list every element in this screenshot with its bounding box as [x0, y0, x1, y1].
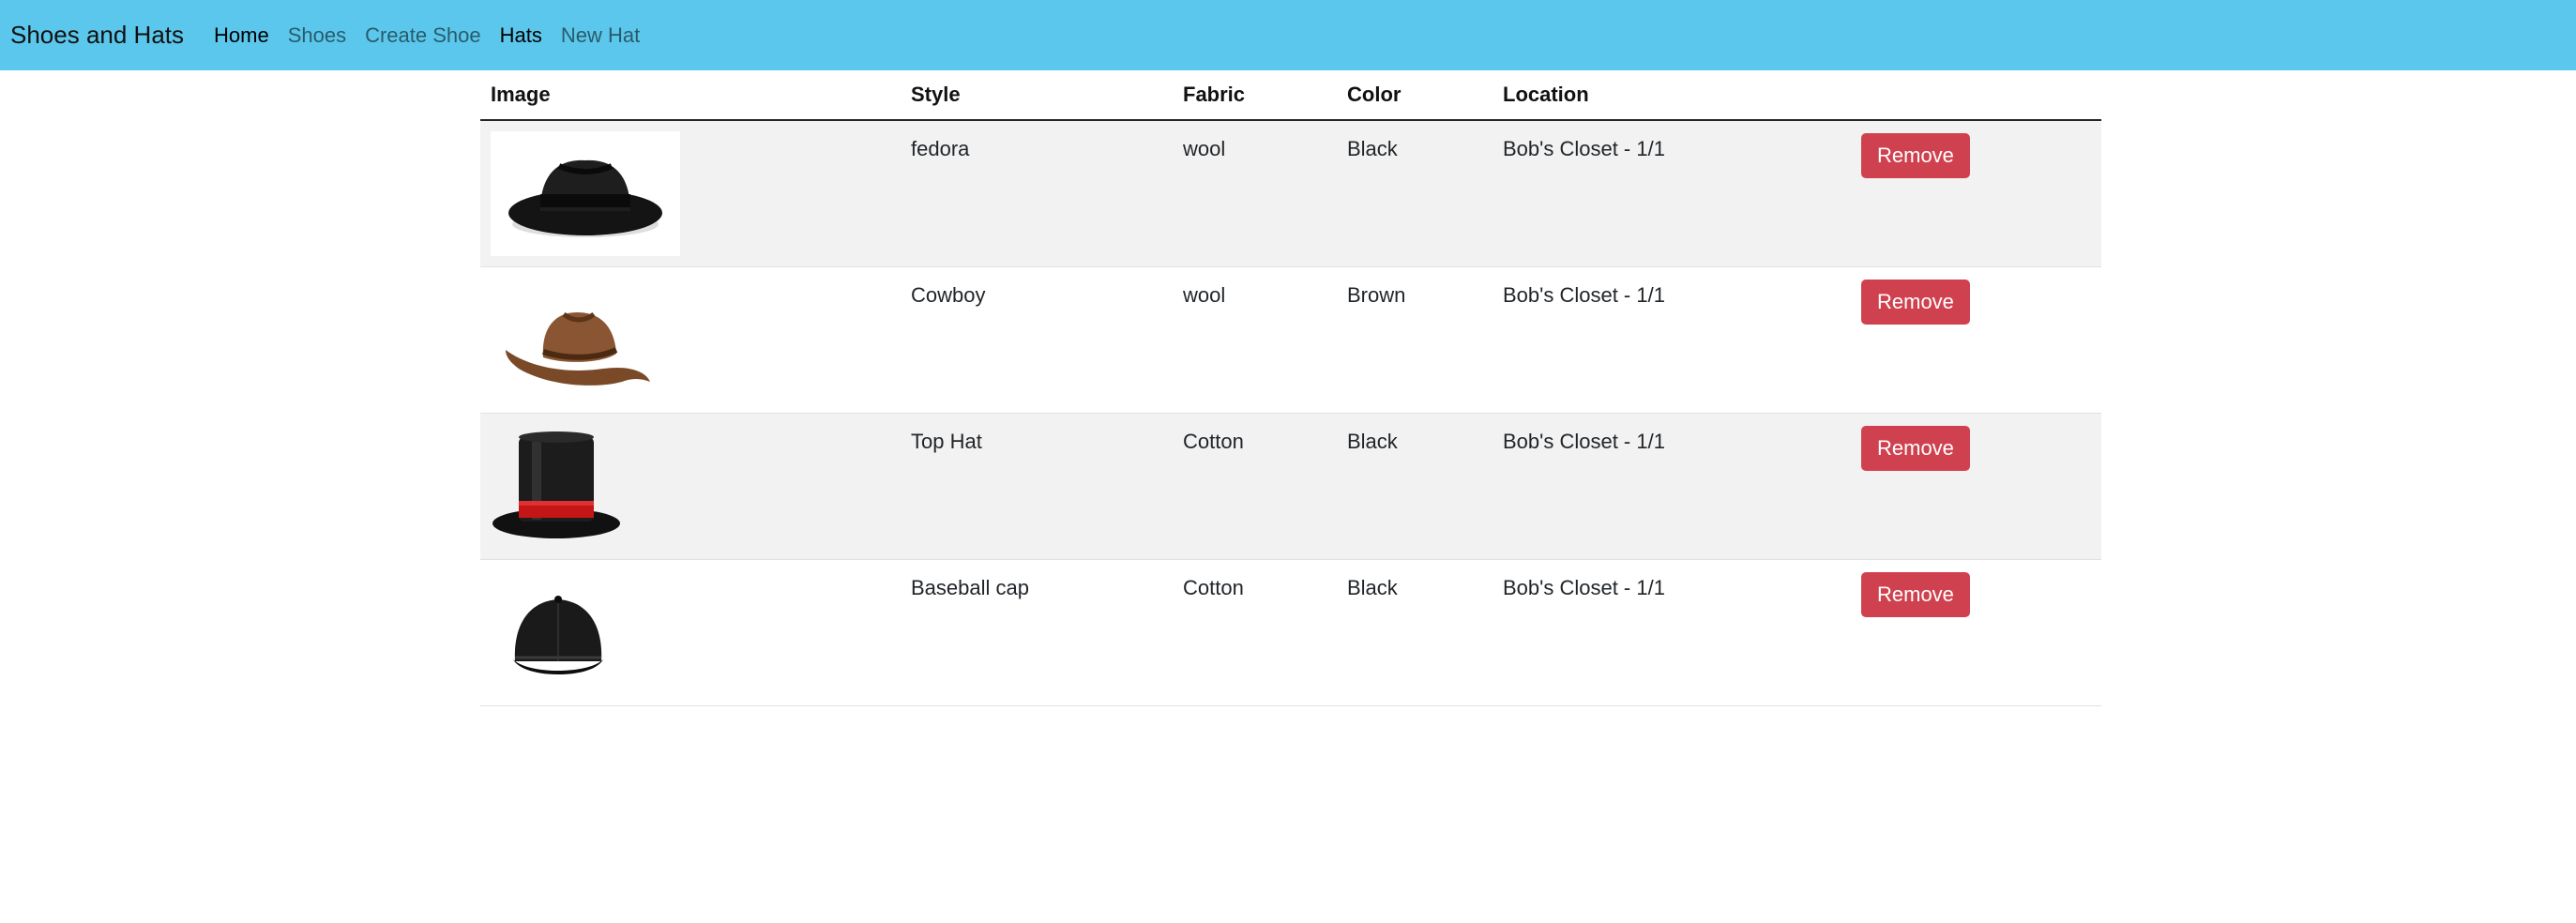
color-cell: Black — [1347, 137, 1398, 160]
column-header-actions — [1851, 70, 2101, 121]
cowboy-hat-icon — [506, 311, 650, 386]
color-cell: Black — [1347, 576, 1398, 599]
table-row: Cowboy wool Brown Bob's Closet - 1/1 Rem… — [480, 266, 2101, 414]
remove-button[interactable]: Remove — [1861, 133, 1970, 178]
location-cell: Bob's Closet - 1/1 — [1503, 430, 1665, 453]
location-cell: Bob's Closet - 1/1 — [1503, 137, 1665, 160]
remove-button[interactable]: Remove — [1861, 280, 1970, 325]
table-row: Baseball cap Cotton Black Bob's Closet -… — [480, 559, 2101, 706]
top-hat-image — [491, 424, 680, 549]
table-row: fedora wool Black Bob's Closet - 1/1 Rem… — [480, 120, 2101, 267]
column-header-location: Location — [1493, 70, 1851, 121]
fedora-hat-icon — [508, 159, 662, 237]
color-cell: Black — [1347, 430, 1398, 453]
nav-link-new-hat[interactable]: New Hat — [561, 23, 640, 48]
fabric-cell: Cotton — [1183, 430, 1244, 453]
brand-link[interactable]: Shoes and Hats — [10, 21, 184, 50]
baseball-cap-icon — [513, 595, 603, 674]
fedora-hat-image — [491, 131, 680, 256]
nav-link-hats[interactable]: Hats — [500, 23, 542, 48]
style-cell: Cowboy — [911, 283, 986, 307]
remove-button[interactable]: Remove — [1861, 426, 1970, 471]
color-cell: Brown — [1347, 283, 1406, 307]
column-header-style: Style — [901, 70, 1173, 121]
fabric-cell: wool — [1183, 283, 1226, 307]
location-cell: Bob's Closet - 1/1 — [1503, 283, 1665, 307]
baseball-cap-image — [491, 570, 680, 695]
hats-table-container: Image Style Fabric Color Location fedora… — [480, 70, 2101, 706]
navbar: Shoes and Hats Home Shoes Create Shoe Ha… — [0, 0, 2576, 70]
location-cell: Bob's Closet - 1/1 — [1503, 576, 1665, 599]
cowboy-hat-image — [491, 278, 680, 402]
nav-link-create-shoe[interactable]: Create Shoe — [365, 23, 481, 48]
nav-link-shoes[interactable]: Shoes — [288, 23, 346, 48]
style-cell: fedora — [911, 137, 970, 160]
table-header-row: Image Style Fabric Color Location — [480, 70, 2101, 121]
style-cell: Baseball cap — [911, 576, 1029, 599]
nav-link-home[interactable]: Home — [214, 23, 269, 48]
column-header-color: Color — [1337, 70, 1493, 121]
style-cell: Top Hat — [911, 430, 982, 453]
hats-table: Image Style Fabric Color Location fedora… — [480, 70, 2101, 706]
top-hat-icon — [492, 431, 620, 538]
table-row: Top Hat Cotton Black Bob's Closet - 1/1 … — [480, 413, 2101, 560]
fabric-cell: wool — [1183, 137, 1226, 160]
column-header-fabric: Fabric — [1173, 70, 1337, 121]
fabric-cell: Cotton — [1183, 576, 1244, 599]
column-header-image: Image — [480, 70, 901, 121]
remove-button[interactable]: Remove — [1861, 572, 1970, 617]
